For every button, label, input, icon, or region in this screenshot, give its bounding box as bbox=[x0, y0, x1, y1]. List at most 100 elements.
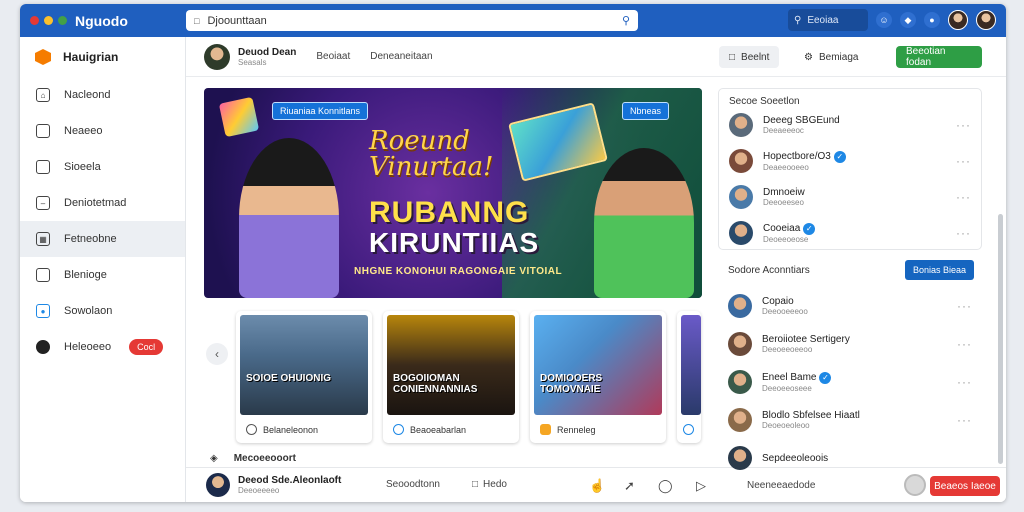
carousel-prev-button[interactable]: ‹ bbox=[206, 343, 228, 365]
like-icon[interactable]: ☝ bbox=[589, 478, 605, 494]
sidebar-item-grid[interactable]: ▦ Fetneobne bbox=[20, 221, 185, 257]
close-dot[interactable] bbox=[30, 16, 39, 25]
right-panel2-header: Sodore Aconntiars Bonias Bieaa bbox=[718, 256, 982, 288]
settings-button-label: Bemiaga bbox=[818, 51, 859, 63]
card-image bbox=[240, 315, 368, 415]
sidebar-brand[interactable]: Hauigrian bbox=[20, 37, 185, 77]
feedback-button[interactable]: □ Beelnt bbox=[719, 46, 780, 68]
list-item[interactable]: Sepdeeoleoois bbox=[718, 440, 982, 476]
woman-figure bbox=[239, 138, 339, 298]
list-item[interactable]: Hopectbore/O3 ✓ Deaeeooeeo ··· bbox=[719, 143, 981, 179]
list-item[interactable]: Cooeiaa ✓ Deoeeoeose ··· bbox=[719, 215, 981, 251]
more-icon[interactable]: ··· bbox=[956, 118, 971, 132]
more-icon[interactable]: ··· bbox=[956, 190, 971, 204]
more-icon[interactable]: ··· bbox=[957, 299, 972, 313]
verified-icon: ✓ bbox=[833, 150, 846, 163]
avatar bbox=[729, 149, 753, 173]
list-item-name: Sepdeeoleoois bbox=[762, 452, 829, 464]
sidebar-item-documents[interactable]: – Deniotetmad bbox=[20, 185, 185, 221]
sidebar-item-user[interactable]: Heleoeeo Cocl bbox=[20, 329, 185, 365]
right-panel2-title: Sodore Aconntiars bbox=[728, 264, 810, 276]
list-item[interactable]: Eneel Bame ✓ Deeoeeoseee ··· bbox=[718, 364, 982, 400]
emoji-icon[interactable]: ☺ bbox=[876, 12, 892, 28]
avatar[interactable] bbox=[948, 10, 968, 30]
list-item[interactable]: Deeeg SBGEund Deeaeeeoc ··· bbox=[719, 107, 981, 143]
primary-action-button[interactable]: Beeotian fodan bbox=[896, 46, 982, 68]
scrollbar[interactable] bbox=[998, 214, 1003, 464]
sidebar-item-label: Deniotetmad bbox=[64, 197, 127, 209]
list-item[interactable]: Dmnoeiw Deeoeeseo ··· bbox=[719, 179, 981, 215]
list-item[interactable]: Blodlo Sbfelsee Hiaatl Deoeoeoleoo ··· bbox=[718, 402, 982, 438]
list-item-sub: Deeoeeoseee bbox=[762, 383, 812, 393]
search-icon[interactable]: ⚲ bbox=[622, 14, 630, 27]
maximize-dot[interactable] bbox=[58, 16, 67, 25]
play-icon[interactable]: ▷ bbox=[696, 478, 706, 494]
list-item-sub: Deeoeeoeeoo bbox=[762, 345, 813, 354]
more-icon[interactable]: ··· bbox=[957, 337, 972, 351]
list-item-sub: Deeooeeeoo bbox=[762, 307, 808, 316]
sidebar-item-label: Heleoeeo bbox=[64, 341, 112, 353]
card-caption: BOGOIIOMAN CONIENNANNIAS bbox=[393, 373, 478, 395]
search-icon: ⚲ bbox=[794, 14, 802, 26]
more-icon[interactable]: ··· bbox=[957, 413, 972, 427]
carousel-card[interactable]: SOIOE OHUIONIG Belaneleonon bbox=[236, 311, 372, 443]
document-icon: – bbox=[36, 196, 50, 210]
list-item-sub: Deeoeeseo bbox=[763, 198, 804, 207]
notification-icon[interactable]: ● bbox=[924, 12, 940, 28]
avatar bbox=[728, 408, 752, 432]
banner-tag-left: Riuaniaa Konnitlans bbox=[272, 102, 369, 120]
chevron-left-icon: ‹ bbox=[215, 347, 219, 361]
bookmark-icon bbox=[36, 124, 50, 138]
feedback-button-label: Beelnt bbox=[741, 51, 770, 63]
edit-icon: □ bbox=[729, 51, 736, 63]
list-item[interactable]: Copaio Deeooeeeoo ··· bbox=[718, 288, 982, 324]
hero-banner[interactable]: Riuaniaa Konnitlans Nbneas Roeund Vinurt… bbox=[204, 88, 702, 298]
list-item-name: Deeeg SBGEund bbox=[763, 115, 840, 126]
bottom-home-link[interactable]: □ Hedo bbox=[472, 479, 507, 490]
bottom-user-sub: Deeoeeeeo bbox=[238, 486, 280, 495]
sidebar-item-camera[interactable]: ● Sowolaon bbox=[20, 293, 185, 329]
more-icon[interactable]: ··· bbox=[956, 226, 971, 240]
avatar-secondary[interactable] bbox=[976, 10, 996, 30]
shield-icon[interactable]: ◆ bbox=[900, 12, 916, 28]
sidebar-item-label: Fetneobne bbox=[64, 233, 117, 245]
header-user[interactable]: Deuod Dean Seasals bbox=[238, 47, 296, 67]
sidebar: Hauigrian ⌂ Nacleond Neaeeo Sioeela – Deni… bbox=[20, 37, 186, 502]
sidebar-item-saved[interactable]: Neaeeo bbox=[20, 113, 185, 149]
cube-graphic bbox=[218, 96, 260, 138]
list-item-name: Copaio bbox=[762, 296, 794, 307]
bottom-action-button[interactable]: Beaeos Iaeoe bbox=[930, 476, 1000, 496]
more-icon[interactable]: ··· bbox=[956, 154, 971, 168]
sidebar-item-square[interactable]: Sioeela bbox=[20, 149, 185, 185]
tab-documents[interactable]: Deneaneitaan bbox=[370, 51, 432, 62]
carousel-card-partial[interactable] bbox=[677, 311, 701, 443]
list-item-sub: Deeaeeeoc bbox=[763, 126, 804, 135]
top-search-box[interactable]: ⚲ Eeoiaa bbox=[788, 9, 868, 31]
list-item[interactable]: Beroiiotee Sertigery Deeoeeoeeoo ··· bbox=[718, 326, 982, 362]
tab-overview[interactable]: Beoiaat bbox=[316, 51, 350, 62]
top-search-label: Eeoiaa bbox=[807, 14, 839, 26]
carousel-card[interactable]: BOGOIIOMAN CONIENNANNIAS Beaoeabarlan bbox=[383, 311, 519, 443]
avatar[interactable] bbox=[904, 474, 926, 496]
avatar[interactable] bbox=[206, 473, 230, 497]
avatar[interactable] bbox=[204, 43, 230, 70]
sidebar-item-folder[interactable]: Blenioge bbox=[20, 257, 185, 293]
settings-button[interactable]: ⚙ Bemiaga bbox=[794, 46, 868, 68]
avatar bbox=[728, 294, 752, 318]
more-icon[interactable]: ··· bbox=[957, 375, 972, 389]
section-title: Mecoeeooort bbox=[233, 453, 296, 464]
home-icon: ⌂ bbox=[36, 88, 50, 102]
minimize-dot[interactable] bbox=[44, 16, 53, 25]
card-footer: Belaneleonon bbox=[246, 424, 318, 435]
bottom-tab[interactable]: Seooodtonn bbox=[386, 479, 440, 490]
address-bar[interactable]: □ Djoounttaan ⚲ bbox=[186, 10, 638, 31]
bottom-user[interactable]: Deeod Sde.Aleonlaoft Deeoeeeeo bbox=[238, 475, 341, 495]
share-icon[interactable]: ➚ bbox=[624, 478, 635, 494]
bookmark-icon[interactable]: ◯ bbox=[658, 478, 673, 494]
sidebar-item-label: Neaeeo bbox=[64, 125, 103, 137]
right-panel2-button[interactable]: Bonias Bieaa bbox=[904, 260, 974, 280]
lock-icon: □ bbox=[194, 15, 200, 26]
carousel-card[interactable]: DOMIOOERS TOMOVNAIE Renneleg bbox=[530, 311, 666, 443]
avatar bbox=[728, 370, 752, 394]
sidebar-item-home[interactable]: ⌂ Nacleond bbox=[20, 77, 185, 113]
